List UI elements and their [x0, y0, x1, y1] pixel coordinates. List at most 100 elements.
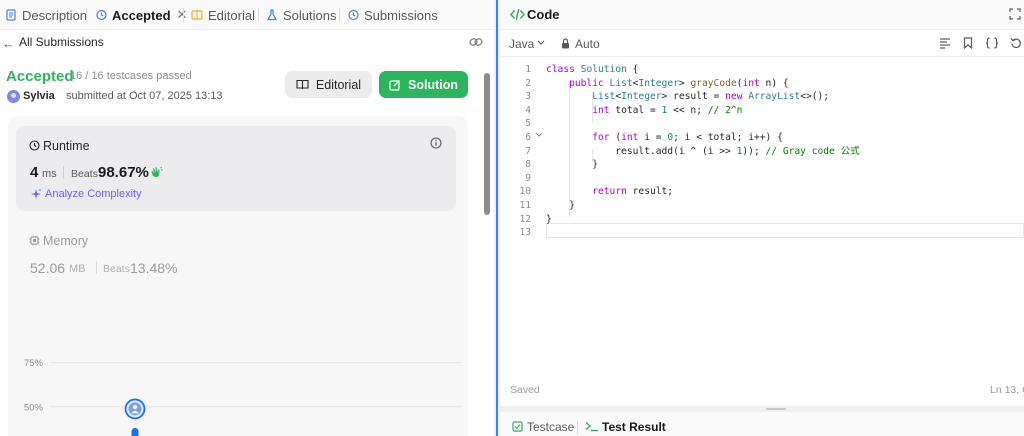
book-icon [191, 10, 203, 20]
y-tick-label: 75% [24, 358, 44, 369]
tab-accepted[interactable]: Accepted ✕ [95, 0, 187, 30]
submitted-time: submitted at Oct 07, 2025 13:13 [66, 90, 223, 102]
info-icon[interactable] [430, 137, 442, 149]
save-status: Saved [510, 384, 540, 396]
line-number: 9 [525, 172, 531, 184]
clap-icon [151, 166, 163, 178]
current-line-highlight [546, 223, 1024, 238]
left-tab-bar: Description Accepted ✕ Editorial Solutio… [0, 0, 494, 30]
code-line: int total = 1 << n; // 2^n [592, 104, 743, 116]
line-number: 4 [525, 104, 531, 116]
line-number: 7 [525, 145, 531, 157]
back-arrow-icon[interactable]: ← [2, 36, 15, 51]
line-number: 1 [525, 64, 531, 75]
code-header: Code [500, 0, 1024, 30]
editorial-button[interactable]: Editorial [285, 71, 372, 98]
runtime-distribution-chart: 75%50%25% [24, 358, 462, 436]
code-line: } [546, 159, 598, 171]
solution-button-label: Solution [408, 77, 458, 92]
tab-divider [339, 8, 340, 22]
lock-icon [562, 38, 569, 49]
code-editor[interactable]: 1 class Solution { 2 public List<Integer> … [500, 60, 1024, 360]
tab-label: Accepted [112, 7, 171, 23]
language-select[interactable]: Java [509, 37, 534, 51]
edit-icon [389, 79, 400, 91]
solution-button[interactable]: Solution [379, 71, 468, 98]
runtime-title: Runtime [43, 139, 90, 153]
expand-icon[interactable] [1009, 8, 1021, 20]
format-icon[interactable] [939, 37, 951, 49]
divider [96, 261, 97, 274]
code-line: List<Integer> result = new ArrayList<>()… [592, 91, 830, 103]
close-icon[interactable]: ✕ [177, 7, 188, 23]
line-number: 6 [525, 132, 531, 143]
tab-submissions[interactable]: Submissions [347, 0, 438, 30]
braces-icon[interactable] [985, 37, 999, 49]
code-line: } [546, 213, 552, 225]
fold-chevron-icon[interactable] [535, 132, 543, 138]
line-number: 8 [525, 159, 531, 171]
status-accepted: Accepted [6, 68, 74, 85]
code-panel: Code Java Auto 1 class Solution { 2 public… [500, 0, 1024, 406]
terminal-icon [585, 421, 598, 432]
editor-toolbar: Java Auto [500, 31, 1024, 57]
sparkle-icon [31, 188, 42, 199]
line-number: 5 [525, 118, 531, 130]
submission-panel: Description Accepted ✕ Editorial Solutio… [0, 0, 494, 436]
leetcode-workspace: Description Accepted ✕ Editorial Solutio… [0, 0, 1024, 436]
submission-subbar: ← All Submissions [0, 30, 494, 56]
tab-editorial[interactable]: Editorial [191, 0, 255, 30]
tab-divider [258, 8, 259, 22]
link-icon[interactable] [469, 36, 483, 48]
user-marker-icon [124, 398, 146, 420]
tab-solutions[interactable]: Solutions [266, 0, 336, 30]
runtime-value: 4 [30, 164, 39, 181]
all-submissions-link[interactable]: All Submissions [19, 35, 104, 49]
tab-description[interactable]: Description [5, 0, 87, 30]
testcases-passed: 16 / 16 testcases passed [70, 70, 192, 82]
tab-divider [577, 421, 578, 434]
code-line: class Solution { [546, 64, 639, 75]
scrollbar-thumb[interactable] [484, 73, 490, 215]
code-line: result.add(i ^ (i >> 1)); // Gray code 公… [546, 145, 860, 157]
tab-label: Submissions [364, 7, 438, 23]
chevron-down-icon[interactable] [537, 40, 545, 46]
code-line: for (int i = 0; i < total; i++) { [592, 132, 783, 143]
checkbox-icon [512, 421, 523, 432]
divider [63, 166, 64, 179]
document-icon [6, 9, 16, 21]
code-title: Code [527, 7, 560, 22]
bookmark-icon[interactable] [963, 37, 973, 49]
code-line: public List<Integer> grayCode(int n) { [569, 77, 789, 89]
book-icon [296, 79, 309, 90]
cursor-position: Ln 13, C [990, 384, 1024, 396]
avatar[interactable] [7, 90, 20, 103]
line-number: 10 [519, 186, 531, 198]
memory-unit: MB [69, 263, 86, 275]
reset-icon[interactable] [1010, 37, 1022, 49]
line-number: 13 [519, 227, 531, 239]
runtime-beats-label: Beats [71, 168, 98, 180]
line-number: 11 [519, 200, 531, 211]
tab-label: Description [22, 7, 88, 23]
y-tick-label: 50% [24, 402, 44, 413]
memory-title: Memory [43, 234, 89, 248]
auto-mode[interactable]: Auto [575, 37, 600, 51]
tab-label: Editorial [208, 7, 255, 23]
memory-beats-label: Beats [103, 263, 130, 275]
code-line: } [546, 200, 575, 211]
memory-beats-percent: 13.48% [130, 260, 178, 276]
tab-testcase[interactable]: Testcase [527, 420, 574, 434]
username[interactable]: Sylvia [23, 90, 55, 102]
tab-test-result[interactable]: Test Result [602, 420, 666, 434]
distribution-bar[interactable] [131, 427, 139, 436]
tab-divider [86, 8, 87, 22]
line-number: 2 [525, 77, 531, 89]
bottom-tab-bar: Testcase Test Result [500, 412, 1024, 436]
line-number: 3 [525, 91, 531, 103]
code-icon [510, 8, 525, 21]
flask-icon [266, 9, 278, 21]
tab-divider [183, 8, 184, 22]
memory-value: 52.06 [30, 260, 66, 276]
analyze-complexity-link[interactable]: Analyze Complexity [45, 188, 142, 200]
